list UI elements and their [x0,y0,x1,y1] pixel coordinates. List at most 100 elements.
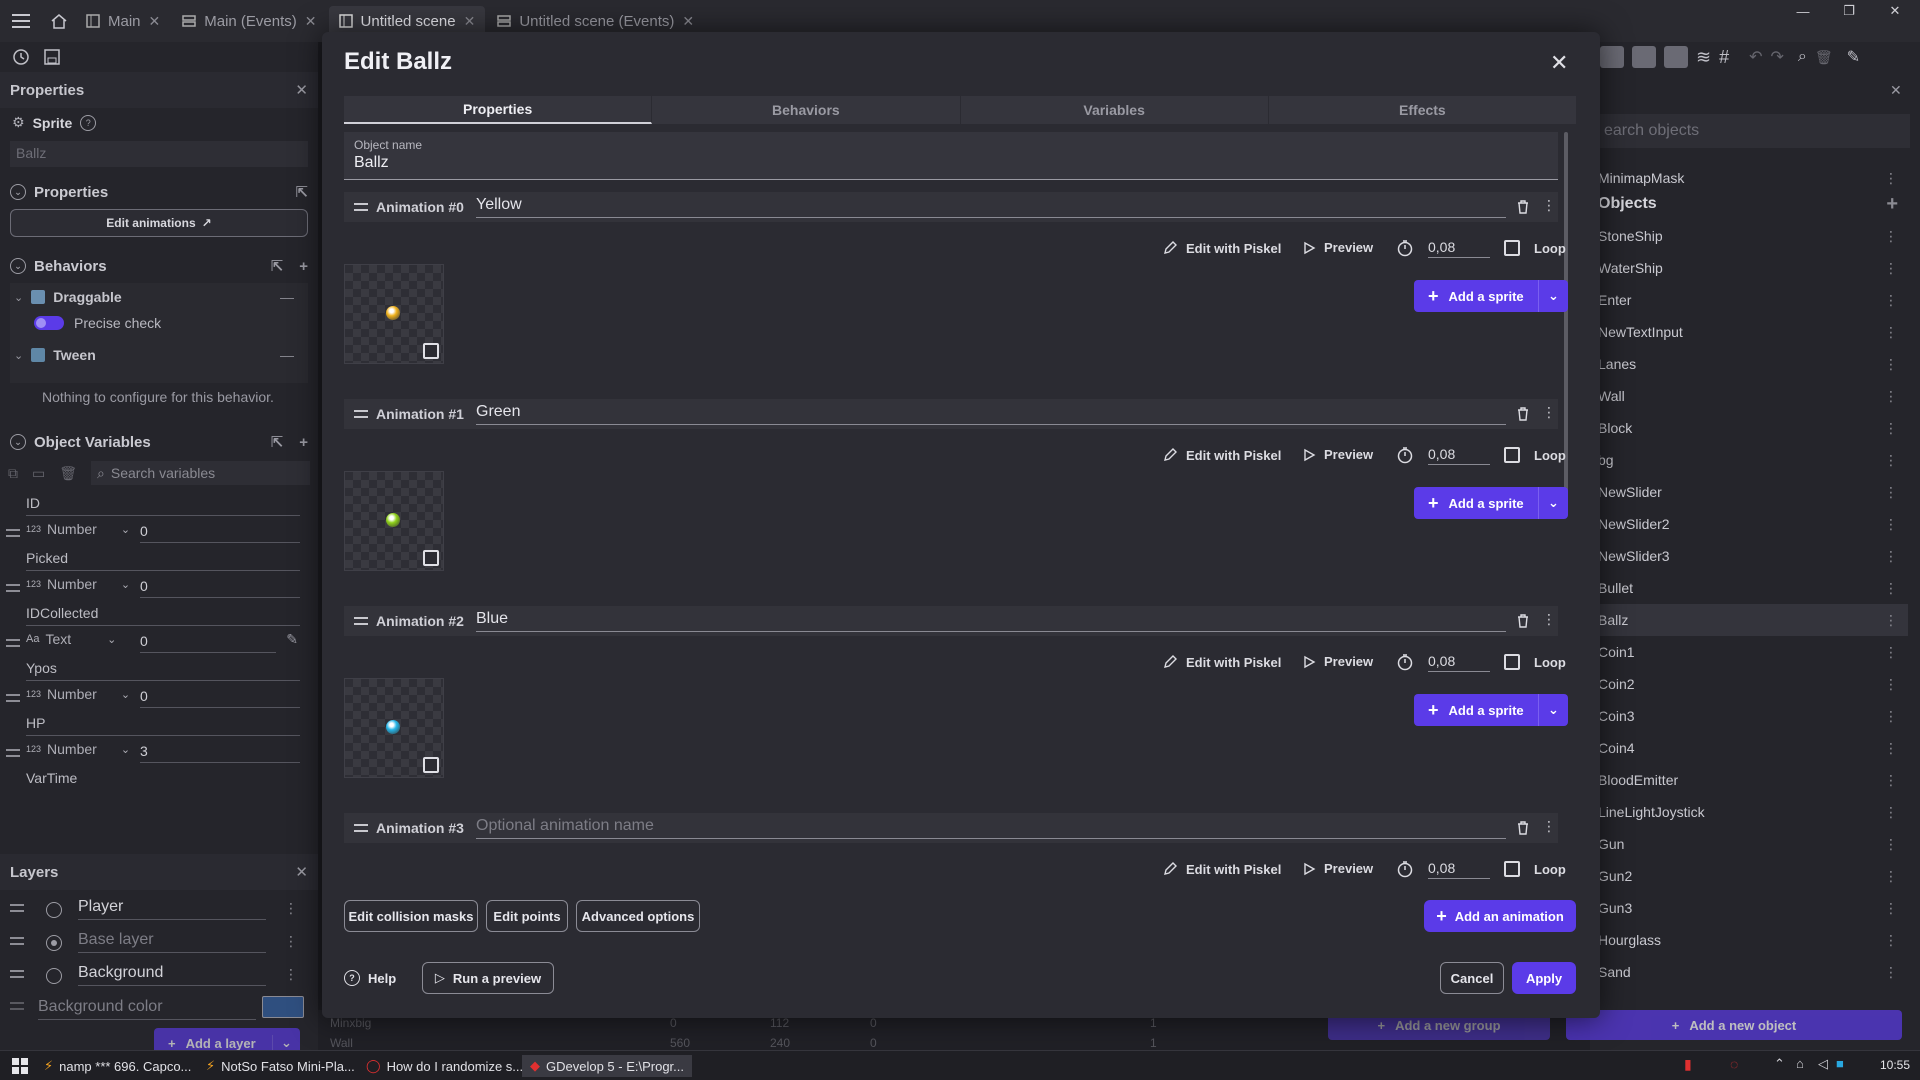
variable-name[interactable]: IDCollected [26,605,98,621]
object-name-field[interactable]: Ballz [10,141,308,167]
object-item[interactable]: NewSlider ⋮ [1598,476,1908,508]
edit-animations-button[interactable]: Edit animations ↗ [10,209,308,237]
sprite-frame-thumbnail[interactable] [344,678,444,778]
tab-behaviors[interactable]: Behaviors [652,96,961,124]
more-vert-icon[interactable]: ⋮ [1884,292,1908,309]
behavior-draggable[interactable]: ⌄ Draggable — [14,289,294,305]
add-sprite-button[interactable]: + Add a sprite ⌄ [1414,694,1568,726]
more-vert-icon[interactable]: ⋮ [1542,404,1556,421]
history-icon[interactable] [12,48,30,66]
close-icon[interactable]: ✕ [1550,50,1568,76]
more-vert-icon[interactable]: ⋮ [1884,964,1908,981]
tray-chevron-icon[interactable]: ⌃ [1774,1056,1785,1072]
more-vert-icon[interactable]: ⋮ [1542,611,1556,628]
variable-name[interactable]: HP [26,715,45,731]
taskbar-item[interactable]: ⚡ NotSo Fatso Mini-Pla... [206,1055,355,1077]
properties-icon[interactable] [1632,46,1656,68]
object-name-field[interactable]: Object name Ballz [344,132,1558,180]
visibility-radio-icon[interactable] [46,902,62,918]
variable-type-select[interactable]: 123 Number ⌄ [26,741,130,757]
trash-icon[interactable] [1516,613,1530,629]
more-vert-icon[interactable]: ⋮ [1884,388,1908,405]
object-item[interactable]: Coin2 ⋮ [1598,668,1908,700]
frame-select-checkbox[interactable] [423,550,439,566]
loop-checkbox[interactable]: Loop [1504,447,1566,463]
frame-speed-input[interactable]: 0,08 [1428,443,1490,465]
object-item[interactable]: Gun2 ⋮ [1598,860,1908,892]
layer-name[interactable]: Base layer [78,931,266,953]
add-sprite-button[interactable]: + Add a sprite ⌄ [1414,280,1568,312]
layer-row[interactable]: Base layer ⋮ [0,929,300,957]
sprite-frame-thumbnail[interactable] [344,264,444,364]
tray-opera-icon[interactable]: ◌ [1730,1056,1738,1072]
object-item[interactable]: Sand ⋮ [1598,956,1908,988]
close-icon[interactable]: ✕ [305,13,317,30]
variable-row[interactable]: IDCollected Aa Text ⌄ 0 ✎ [0,605,300,660]
object-item[interactable]: LineLightJoystick ⋮ [1598,796,1908,828]
chevron-down-icon[interactable]: ⌄ [1538,694,1568,726]
object-item[interactable]: NewTextInput ⋮ [1598,316,1908,348]
minimize-icon[interactable]: — [1780,0,1826,22]
frame-select-checkbox[interactable] [423,757,439,773]
edit-with-piskel-button[interactable]: Edit with Piskel [1162,240,1281,256]
object-item[interactable]: Gun3 ⋮ [1598,892,1908,924]
tab-variables[interactable]: Variables [961,96,1269,124]
checkbox[interactable] [1504,240,1520,256]
grid-icon[interactable]: # [1719,47,1729,68]
more-vert-icon[interactable]: ⋮ [1884,836,1908,853]
taskbar-item[interactable]: ⚡ namp *** 696. Capco... [44,1055,191,1077]
network-icon[interactable]: ⌂ [1796,1056,1804,1071]
undo-icon[interactable]: ↶ [1749,47,1762,67]
more-vert-icon[interactable]: ⋮ [1884,260,1908,277]
variable-type-select[interactable]: 123 Number ⌄ [26,686,130,702]
more-vert-icon[interactable]: ⋮ [284,966,298,983]
sprite-frame-thumbnail[interactable] [344,471,444,571]
object-item[interactable]: Wall ⋮ [1598,380,1908,412]
delete-icon[interactable]: 🗑 [1815,49,1833,66]
help-button[interactable]: ? Help [344,962,396,994]
more-vert-icon[interactable]: ⋮ [1884,324,1908,341]
add-icon[interactable]: + [299,258,308,275]
frame-speed-input[interactable]: 0,08 [1428,857,1490,879]
more-vert-icon[interactable]: ⋮ [1884,676,1908,693]
more-vert-icon[interactable]: ⋮ [1884,932,1908,949]
more-vert-icon[interactable]: ⋮ [1884,804,1908,821]
loop-checkbox[interactable]: Loop [1504,654,1566,670]
preview-button[interactable]: Preview [1302,861,1373,876]
window-close-icon[interactable]: ✕ [1872,0,1918,22]
home-icon[interactable] [42,6,76,36]
object-item[interactable]: Coin4 ⋮ [1598,732,1908,764]
variable-row[interactable]: ID 123 Number ⌄ 0 [0,495,300,550]
search-variables-input[interactable]: ⌕ Search variables [91,461,310,485]
more-vert-icon[interactable]: ⋮ [1884,516,1908,533]
properties-section-header[interactable]: ⌄ Properties ⇱ [0,175,318,209]
layer-name[interactable]: Background [78,964,266,986]
drag-handle-icon[interactable] [354,410,368,418]
variable-row[interactable]: Ypos 123 Number ⌄ 0 [0,660,300,715]
more-vert-icon[interactable]: ⋮ [1884,900,1908,917]
variable-type-select[interactable]: 123 Number ⌄ [26,576,130,592]
tab-properties[interactable]: Properties [344,96,653,124]
run-preview-button[interactable]: ▷ Run a preview [422,962,554,994]
edit-with-piskel-button[interactable]: Edit with Piskel [1162,447,1281,463]
visibility-radio-icon[interactable] [46,968,62,984]
chevron-down-icon[interactable]: ⌄ [1538,487,1568,519]
behavior-tween[interactable]: ⌄ Tween — [14,347,294,363]
object-item[interactable]: Hourglass ⋮ [1598,924,1908,956]
loop-checkbox[interactable]: Loop [1504,861,1566,877]
tray-blue-icon[interactable]: ■ [1836,1056,1844,1071]
variable-row[interactable]: Picked 123 Number ⌄ 0 [0,550,300,605]
more-vert-icon[interactable]: ⋮ [1542,818,1556,835]
object-item[interactable]: WaterShip ⋮ [1598,252,1908,284]
open-external-icon[interactable]: ⇱ [271,257,284,275]
preview-button[interactable]: Preview [1302,654,1373,669]
close-icon[interactable]: ✕ [295,81,308,99]
variable-row[interactable]: HP 123 Number ⌄ 3 [0,715,300,770]
toggle-switch[interactable] [34,316,64,330]
drag-handle-icon[interactable] [6,529,20,537]
behaviors-section-header[interactable]: ⌄ Behaviors ⇱ + [0,249,318,283]
advanced-options-button[interactable]: Advanced options [576,900,700,932]
more-icon[interactable]: — [280,347,294,363]
edit-collision-masks-button[interactable]: Edit collision masks [344,900,478,932]
object-item[interactable]: Enter ⋮ [1598,284,1908,316]
